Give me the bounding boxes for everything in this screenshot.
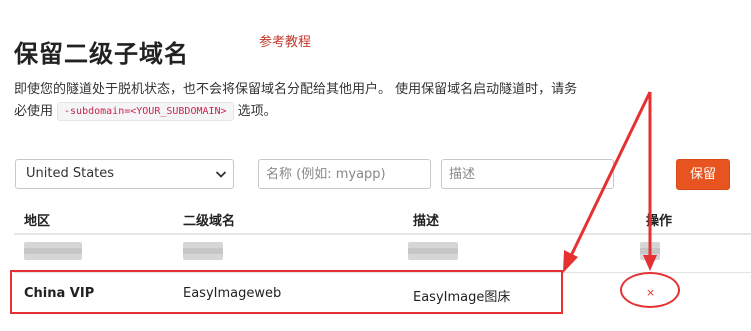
arrowhead-row xyxy=(563,250,578,273)
arrow-to-row xyxy=(568,91,652,259)
arrowhead-delete xyxy=(643,255,657,271)
annotation-arrows xyxy=(563,91,657,273)
